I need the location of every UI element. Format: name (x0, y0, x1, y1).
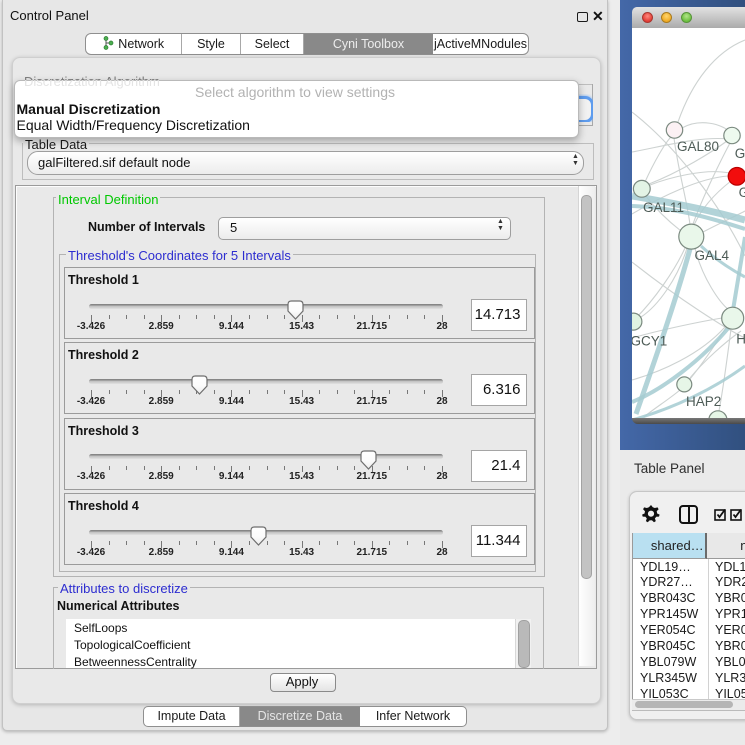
svg-text:H: H (736, 331, 745, 346)
svg-text:GAL11: GAL11 (643, 200, 684, 215)
svg-text:G.: G. (735, 146, 745, 161)
svg-text:GCY1: GCY1 (632, 334, 667, 349)
svg-text:G: G (739, 185, 745, 200)
svg-text:HAP2: HAP2 (686, 394, 721, 409)
svg-text:GAL80: GAL80 (677, 139, 719, 154)
svg-text:GAL4: GAL4 (695, 248, 730, 263)
